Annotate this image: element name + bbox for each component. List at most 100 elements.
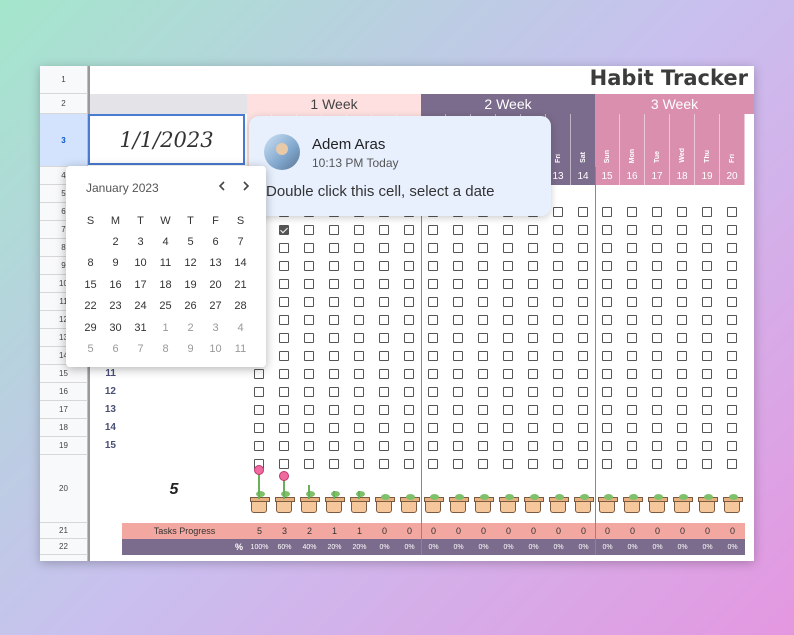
habit-checkbox[interactable] — [627, 207, 637, 217]
habit-checkbox[interactable] — [727, 405, 737, 415]
habit-checkbox[interactable] — [329, 333, 339, 343]
habit-checkbox[interactable] — [602, 207, 612, 217]
habit-checkbox[interactable] — [677, 279, 687, 289]
habit-checkbox[interactable] — [304, 297, 314, 307]
habit-checkbox[interactable] — [304, 333, 314, 343]
habit-checkbox[interactable] — [627, 405, 637, 415]
habit-checkbox[interactable] — [453, 351, 463, 361]
calendar-day[interactable]: 10 — [128, 253, 153, 274]
calendar-day[interactable]: 12 — [178, 253, 203, 274]
habit-checkbox[interactable] — [528, 261, 538, 271]
habit-checkbox[interactable] — [702, 297, 712, 307]
habit-checkbox[interactable] — [404, 225, 414, 235]
habit-checkbox[interactable] — [354, 297, 364, 307]
habit-checkbox[interactable] — [453, 459, 463, 469]
habit-checkbox[interactable] — [428, 423, 438, 433]
habit-checkbox[interactable] — [428, 387, 438, 397]
habit-checkbox[interactable] — [329, 297, 339, 307]
habit-checkbox[interactable] — [578, 369, 588, 379]
habit-checkbox[interactable] — [279, 279, 289, 289]
habit-checkbox[interactable] — [627, 333, 637, 343]
habit-checkbox[interactable] — [279, 459, 289, 469]
habit-checkbox[interactable] — [428, 441, 438, 451]
habit-checkbox[interactable] — [478, 459, 488, 469]
habit-checkbox[interactable] — [254, 405, 264, 415]
habit-checkbox[interactable] — [553, 297, 563, 307]
habit-checkbox[interactable] — [254, 441, 264, 451]
habit-checkbox[interactable] — [478, 351, 488, 361]
habit-checkbox[interactable] — [304, 441, 314, 451]
habit-checkbox[interactable] — [304, 315, 314, 325]
habit-checkbox[interactable] — [428, 405, 438, 415]
habit-checkbox[interactable] — [329, 441, 339, 451]
habit-checkbox[interactable] — [379, 441, 389, 451]
habit-checkbox[interactable] — [677, 333, 687, 343]
habit-checkbox[interactable] — [279, 225, 289, 235]
habit-checkbox[interactable] — [428, 225, 438, 235]
habit-checkbox[interactable] — [553, 333, 563, 343]
calendar-day[interactable]: 21 — [228, 274, 253, 295]
calendar-day[interactable]: 9 — [178, 339, 203, 360]
habit-checkbox[interactable] — [627, 459, 637, 469]
calendar-day[interactable]: 4 — [153, 231, 178, 252]
habit-checkbox[interactable] — [578, 207, 588, 217]
habit-checkbox[interactable] — [553, 351, 563, 361]
habit-checkbox[interactable] — [428, 297, 438, 307]
habit-checkbox[interactable] — [478, 387, 488, 397]
habit-checkbox[interactable] — [553, 225, 563, 235]
habit-checkbox[interactable] — [428, 261, 438, 271]
start-date-cell[interactable]: 1/1/2023 — [88, 114, 245, 165]
habit-checkbox[interactable] — [453, 369, 463, 379]
calendar-day[interactable]: 1 — [78, 231, 103, 252]
habit-checkbox[interactable] — [379, 369, 389, 379]
habit-checkbox[interactable] — [602, 459, 612, 469]
habit-checkbox[interactable] — [478, 225, 488, 235]
habit-checkbox[interactable] — [503, 225, 513, 235]
calendar-day[interactable]: 22 — [78, 296, 103, 317]
habit-checkbox[interactable] — [478, 297, 488, 307]
habit-checkbox[interactable] — [453, 279, 463, 289]
habit-checkbox[interactable] — [553, 261, 563, 271]
calendar-day[interactable]: 23 — [103, 296, 128, 317]
habit-checkbox[interactable] — [453, 405, 463, 415]
calendar-day[interactable]: 24 — [128, 296, 153, 317]
habit-checkbox[interactable] — [304, 261, 314, 271]
habit-checkbox[interactable] — [503, 243, 513, 253]
habit-checkbox[interactable] — [602, 279, 612, 289]
habit-checkbox[interactable] — [652, 369, 662, 379]
habit-checkbox[interactable] — [652, 243, 662, 253]
habit-checkbox[interactable] — [329, 387, 339, 397]
habit-checkbox[interactable] — [553, 423, 563, 433]
habit-checkbox[interactable] — [329, 459, 339, 469]
habit-checkbox[interactable] — [354, 261, 364, 271]
habit-checkbox[interactable] — [254, 369, 264, 379]
habit-checkbox[interactable] — [627, 261, 637, 271]
habit-checkbox[interactable] — [602, 369, 612, 379]
habit-checkbox[interactable] — [702, 315, 712, 325]
habit-checkbox[interactable] — [727, 225, 737, 235]
habit-checkbox[interactable] — [578, 243, 588, 253]
habit-checkbox[interactable] — [329, 351, 339, 361]
habit-checkbox[interactable] — [279, 297, 289, 307]
habit-checkbox[interactable] — [304, 225, 314, 235]
habit-checkbox[interactable] — [677, 459, 687, 469]
calendar-day[interactable]: 10 — [203, 339, 228, 360]
habit-checkbox[interactable] — [478, 441, 488, 451]
calendar-day[interactable]: 7 — [228, 231, 253, 252]
habit-checkbox[interactable] — [578, 405, 588, 415]
calendar-day[interactable]: 5 — [78, 339, 103, 360]
habit-checkbox[interactable] — [727, 207, 737, 217]
row-header[interactable]: 22 — [40, 539, 88, 555]
calendar-day[interactable]: 18 — [153, 274, 178, 295]
habit-checkbox[interactable] — [677, 207, 687, 217]
calendar-day[interactable]: 5 — [178, 231, 203, 252]
calendar-day[interactable]: 3 — [128, 231, 153, 252]
calendar-day[interactable]: 28 — [228, 296, 253, 317]
habit-checkbox[interactable] — [379, 315, 389, 325]
habit-checkbox[interactable] — [404, 315, 414, 325]
habit-checkbox[interactable] — [329, 315, 339, 325]
habit-checkbox[interactable] — [727, 459, 737, 469]
habit-checkbox[interactable] — [379, 423, 389, 433]
habit-checkbox[interactable] — [652, 351, 662, 361]
habit-checkbox[interactable] — [677, 369, 687, 379]
